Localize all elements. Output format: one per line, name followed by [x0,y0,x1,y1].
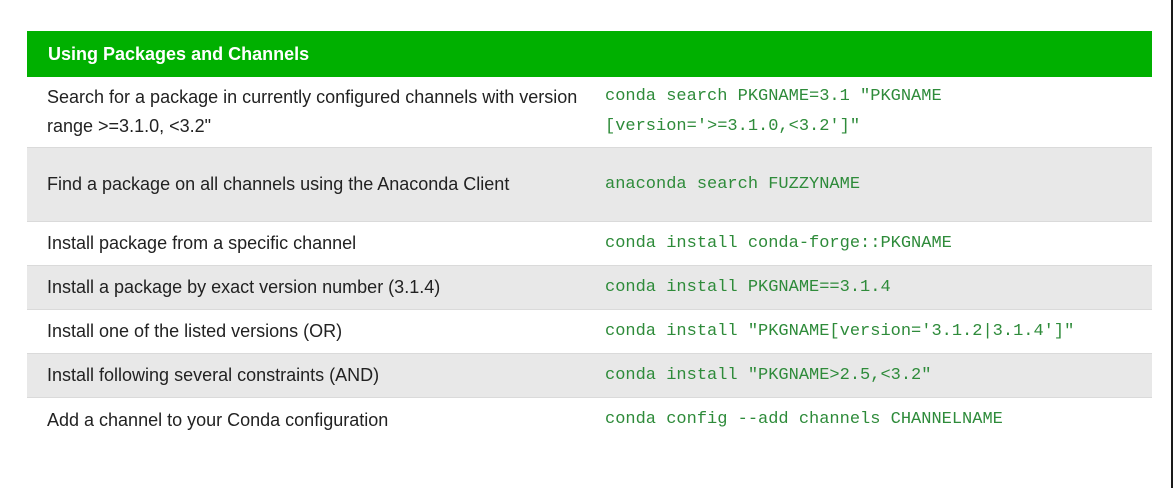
row-command: conda install PKGNAME==3.1.4 [605,277,891,297]
row-command: conda search PKGNAME=3.1 "PKGNAME [versi… [605,87,942,136]
row-description: Install package from a specific channel [47,233,357,253]
row-description: Add a channel to your Conda configuratio… [47,409,389,430]
table-row: Add a channel to your Conda configuratio… [27,398,1152,442]
row-description: Search for a package in currently config… [47,87,578,136]
section-header: Using Packages and Channels [27,31,1152,77]
section-title: Using Packages and Channels [48,43,310,64]
table-row: Install following several constraints (A… [27,354,1152,398]
row-description: Install following several constraints (A… [47,365,380,385]
row-command: conda install conda-forge::PKGNAME [605,233,952,253]
row-command: conda install "PKGNAME>2.5,<3.2" [605,365,932,385]
row-command: conda install "PKGNAME[version='3.1.2|3.… [605,321,1075,341]
row-command: conda config --add channels CHANNELNAME [605,410,1003,429]
table-row: Find a package on all channels using the… [27,148,1152,222]
row-description: Install one of the listed versions (OR) [47,321,343,341]
table-row: Install package from a specific channel … [27,222,1152,266]
row-command: anaconda search FUZZYNAME [605,174,861,194]
cheatsheet-panel: Using Packages and Channels Search for a… [27,31,1152,442]
table-row: Install a package by exact version numbe… [27,266,1152,310]
row-description: Install a package by exact version numbe… [47,277,441,297]
table-row: Search for a package in currently config… [27,77,1152,148]
table-row: Install one of the listed versions (OR) … [27,310,1152,354]
row-description: Find a package on all channels using the… [47,174,510,194]
